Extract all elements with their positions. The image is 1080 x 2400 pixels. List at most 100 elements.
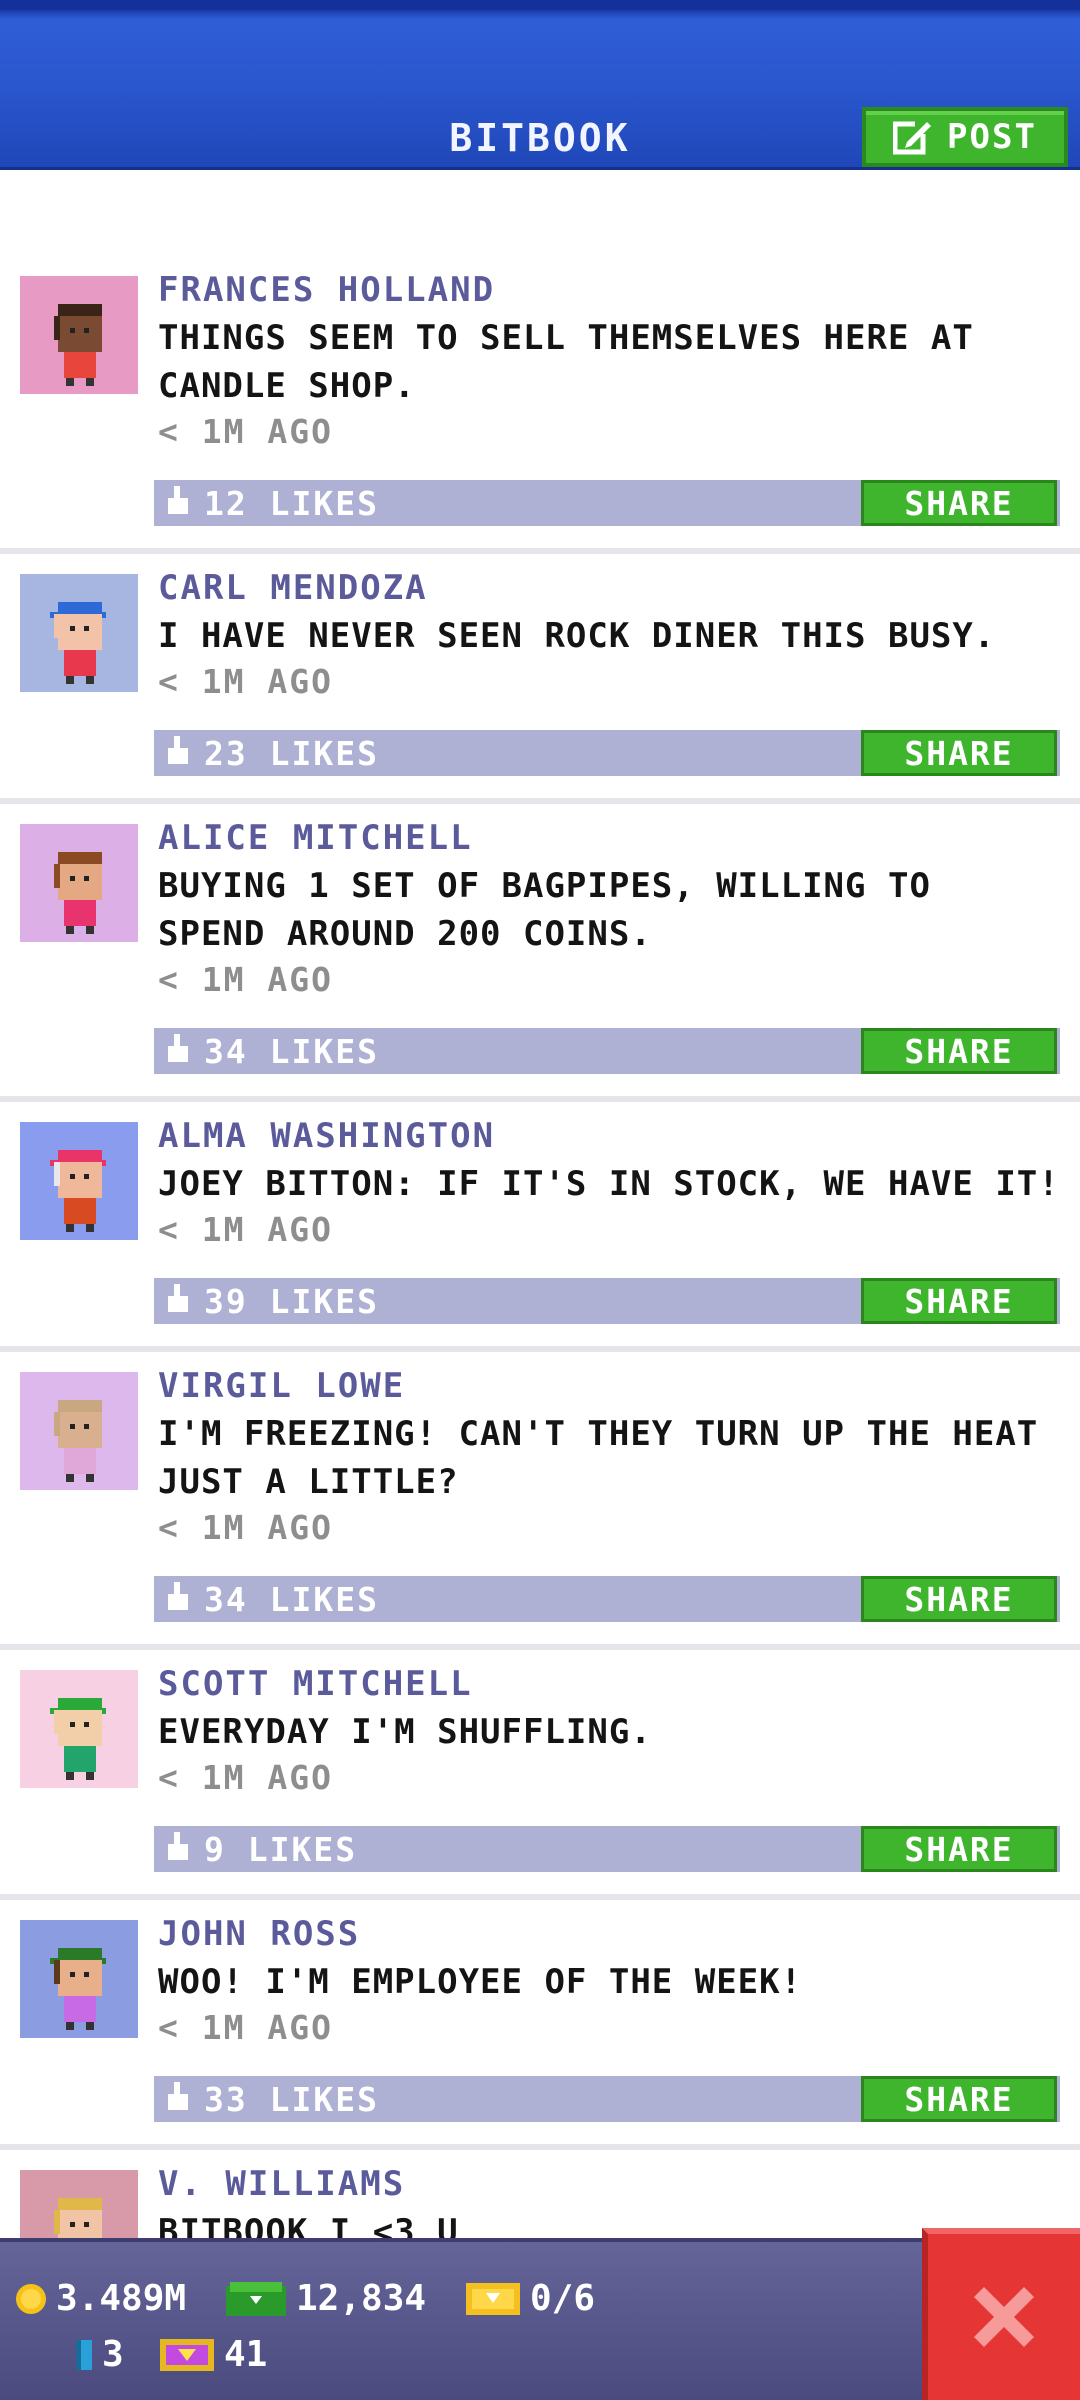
post-message: WOO! I'M EMPLOYEE OF THE WEEK! <box>158 1958 1063 2006</box>
likes-count[interactable]: 34 LIKES <box>204 1580 379 1619</box>
coin-icon <box>16 2283 46 2314</box>
poster-name[interactable]: ALMA WASHINGTON <box>158 1116 495 1156</box>
poster-name[interactable]: JOHN ROSS <box>158 1914 360 1954</box>
post-action-bar: 34 LIKES SHARE <box>154 1576 1060 1622</box>
post-action-bar: 23 LIKES SHARE <box>154 730 1060 776</box>
person-avatar-icon[interactable] <box>20 1920 138 2038</box>
tickets-stat: 0/6 <box>464 2278 595 2319</box>
thumbs-up-icon[interactable] <box>164 486 192 520</box>
share-button-label: SHARE <box>904 1031 1014 1071</box>
likes-count[interactable]: 23 LIKES <box>204 734 379 773</box>
share-button-label: SHARE <box>904 1829 1014 1869</box>
post-message-line: JOEY BITTON: IF IT'S IN STOCK, WE HAVE I… <box>158 1164 1060 1204</box>
likes-count[interactable]: 33 LIKES <box>204 2080 379 2119</box>
books-value: 3 <box>102 2334 124 2375</box>
thumbs-up-icon[interactable] <box>164 2082 192 2116</box>
vip-stat: 41 <box>158 2334 267 2375</box>
post-message-line: JUST A LITTLE? <box>158 1462 459 1502</box>
bottom-status-bar: 3.489M 12,834 0/6 3 41 <box>0 2238 1080 2400</box>
poster-name[interactable]: VIRGIL LOWE <box>158 1366 405 1406</box>
person-avatar-icon[interactable] <box>20 1670 138 1788</box>
person-avatar-icon[interactable] <box>20 276 138 394</box>
coins-value: 3.489M <box>56 2278 187 2319</box>
vip-ticket-icon <box>160 2338 214 2371</box>
likes-count[interactable]: 34 LIKES <box>204 1032 379 1071</box>
ticket-icon <box>466 2282 520 2315</box>
post-message-line: SPEND AROUND 200 COINS. <box>158 914 652 954</box>
post-timestamp: < 1M AGO <box>158 1758 333 1797</box>
post-divider <box>0 2144 1080 2150</box>
share-button[interactable]: SHARE <box>861 1028 1057 1074</box>
post-action-bar: 39 LIKES SHARE <box>154 1278 1060 1324</box>
tickets-value: 0/6 <box>530 2278 596 2319</box>
likes-count[interactable]: 12 LIKES <box>204 484 379 523</box>
post-timestamp: < 1M AGO <box>158 412 333 451</box>
person-avatar-icon[interactable] <box>20 574 138 692</box>
share-button[interactable]: SHARE <box>861 2076 1057 2122</box>
post-message-line: I'M FREEZING! CAN'T THEY TURN UP THE HEA… <box>158 1414 1039 1454</box>
books-stat: 3 <box>74 2334 124 2375</box>
likes-count[interactable]: 39 LIKES <box>204 1282 379 1321</box>
post-button-label: POST <box>947 117 1037 157</box>
post-message-line: BUYING 1 SET OF BAGPIPES, WILLING TO <box>158 866 931 906</box>
share-button[interactable]: SHARE <box>861 480 1057 526</box>
app-header: BITBOOK POST <box>0 0 1080 170</box>
share-button[interactable]: SHARE <box>861 1826 1057 1872</box>
close-icon <box>974 2287 1034 2347</box>
post-timestamp: < 1M AGO <box>158 662 333 701</box>
poster-name[interactable]: V. WILLIAMS <box>158 2164 405 2204</box>
coins-stat: 3.489M <box>14 2278 186 2319</box>
post-divider <box>0 1346 1080 1352</box>
post-action-bar: 34 LIKES SHARE <box>154 1028 1060 1074</box>
poster-name[interactable]: CARL MENDOZA <box>158 568 428 608</box>
thumbs-up-icon[interactable] <box>164 1034 192 1068</box>
post-message-line: WOO! I'M EMPLOYEE OF THE WEEK! <box>158 1962 803 2002</box>
post-timestamp: < 1M AGO <box>158 960 333 999</box>
thumbs-up-icon[interactable] <box>164 736 192 770</box>
post-message: BUYING 1 SET OF BAGPIPES, WILLING TO SPEN… <box>158 862 1063 958</box>
share-button-label: SHARE <box>904 733 1014 773</box>
post-divider <box>0 1096 1080 1102</box>
poster-name[interactable]: SCOTT MITCHELL <box>158 1664 473 1704</box>
post-divider <box>0 1894 1080 1900</box>
edit-icon <box>893 118 933 156</box>
post-message-line: CANDLE SHOP. <box>158 366 416 406</box>
post-action-bar: 12 LIKES SHARE <box>154 480 1060 526</box>
post-timestamp: < 1M AGO <box>158 2008 333 2047</box>
post-message-line: THINGS SEEM TO SELL THEMSELVES HERE AT <box>158 318 974 358</box>
likes-count[interactable]: 9 LIKES <box>204 1830 357 1869</box>
post-timestamp: < 1M AGO <box>158 1508 333 1547</box>
post-message: I HAVE NEVER SEEN ROCK DINER THIS BUSY. <box>158 612 1063 660</box>
post-action-bar: 9 LIKES SHARE <box>154 1826 1060 1872</box>
post-divider <box>0 548 1080 554</box>
person-avatar-icon[interactable] <box>20 1372 138 1490</box>
close-button[interactable] <box>922 2228 1080 2400</box>
poster-name[interactable]: FRANCES HOLLAND <box>158 270 495 310</box>
post-message: I'M FREEZING! CAN'T THEY TURN UP THE HEA… <box>158 1410 1063 1506</box>
post-message: JOEY BITTON: IF IT'S IN STOCK, WE HAVE I… <box>158 1160 1063 1208</box>
share-button-label: SHARE <box>904 483 1014 523</box>
cash-icon <box>226 2281 286 2316</box>
post-message-line: I HAVE NEVER SEEN ROCK DINER THIS BUSY. <box>158 616 996 656</box>
share-button-label: SHARE <box>904 1281 1014 1321</box>
thumbs-up-icon[interactable] <box>164 1582 192 1616</box>
post-action-bar: 33 LIKES SHARE <box>154 2076 1060 2122</box>
share-button[interactable]: SHARE <box>861 1278 1057 1324</box>
book-icon <box>76 2339 92 2370</box>
thumbs-up-icon[interactable] <box>164 1284 192 1318</box>
share-button-label: SHARE <box>904 1579 1014 1619</box>
person-avatar-icon[interactable] <box>20 824 138 942</box>
cash-stat: 12,834 <box>224 2278 426 2319</box>
post-divider <box>0 1644 1080 1650</box>
share-button[interactable]: SHARE <box>861 1576 1057 1622</box>
post-divider <box>0 798 1080 804</box>
post-message-line: EVERYDAY I'M SHUFFLING. <box>158 1712 652 1752</box>
cash-value: 12,834 <box>296 2278 427 2319</box>
post-message: THINGS SEEM TO SELL THEMSELVES HERE AT CA… <box>158 314 1063 410</box>
post-button[interactable]: POST <box>862 107 1068 167</box>
person-avatar-icon[interactable] <box>20 1122 138 1240</box>
poster-name[interactable]: ALICE MITCHELL <box>158 818 473 858</box>
share-button-label: SHARE <box>904 2079 1014 2119</box>
thumbs-up-icon[interactable] <box>164 1832 192 1866</box>
share-button[interactable]: SHARE <box>861 730 1057 776</box>
